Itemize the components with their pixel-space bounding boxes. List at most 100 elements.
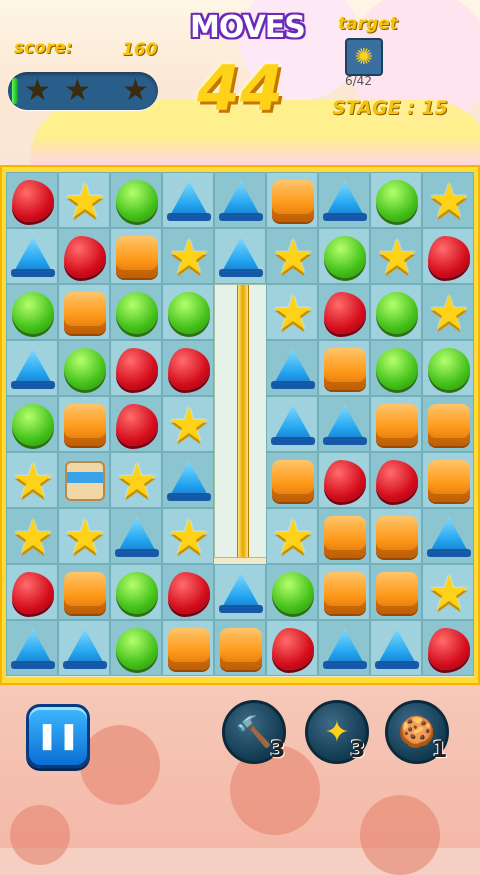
score-label: score:: [14, 38, 73, 58]
board-cell[interactable]: [370, 172, 422, 228]
blue-candy-base: [271, 381, 315, 389]
board-cell[interactable]: [370, 452, 422, 508]
blue-candy-base: [11, 661, 55, 669]
board-cell[interactable]: ★: [162, 228, 214, 284]
orange-candy-icon: [116, 236, 158, 278]
green-candy-icon: [168, 292, 210, 334]
board-cell[interactable]: ★: [422, 564, 474, 620]
board-cell[interactable]: [318, 564, 370, 620]
board-cell[interactable]: [370, 340, 422, 396]
board-cell[interactable]: [58, 284, 110, 340]
board-cell[interactable]: [318, 340, 370, 396]
board-cell[interactable]: [110, 172, 162, 228]
board-cell[interactable]: [58, 564, 110, 620]
board-cell[interactable]: [110, 508, 162, 564]
board-cell[interactable]: [6, 396, 58, 452]
board-cell[interactable]: [318, 508, 370, 564]
star-candy-icon: ★: [271, 509, 315, 565]
board-cell[interactable]: [266, 564, 318, 620]
board-cell[interactable]: ★: [266, 284, 318, 340]
board-cell[interactable]: [214, 172, 266, 228]
board-cell[interactable]: [318, 172, 370, 228]
blue-candy-base: [219, 213, 263, 221]
board-cell[interactable]: [162, 172, 214, 228]
board-cell[interactable]: [6, 620, 58, 676]
board-cell[interactable]: [422, 620, 474, 676]
board-cell[interactable]: ★: [422, 172, 474, 228]
board-cell[interactable]: [318, 284, 370, 340]
board-cell[interactable]: [58, 340, 110, 396]
board-cell[interactable]: [162, 452, 214, 508]
board-cell[interactable]: [370, 284, 422, 340]
board-cell[interactable]: [318, 620, 370, 676]
star-progress-fill: [12, 78, 18, 104]
board-cell[interactable]: ★: [266, 508, 318, 564]
board-cell[interactable]: [318, 452, 370, 508]
board-cell[interactable]: [110, 284, 162, 340]
board-cell[interactable]: [370, 396, 422, 452]
board-cell[interactable]: [110, 340, 162, 396]
board-cell[interactable]: [266, 396, 318, 452]
board-cell[interactable]: [6, 340, 58, 396]
board-cell[interactable]: [370, 564, 422, 620]
board-cell[interactable]: [370, 508, 422, 564]
board-cell[interactable]: [6, 228, 58, 284]
board-cell[interactable]: [58, 228, 110, 284]
board-cell[interactable]: [162, 284, 214, 340]
board-cell[interactable]: [214, 228, 266, 284]
green-candy-icon: [64, 348, 106, 390]
board-cell[interactable]: [58, 396, 110, 452]
board-cell[interactable]: [370, 620, 422, 676]
cookie-icon: 🍪: [398, 714, 436, 750]
board-cell[interactable]: [162, 340, 214, 396]
board-cell[interactable]: [110, 228, 162, 284]
board-cell[interactable]: [110, 564, 162, 620]
score-value: 160: [122, 40, 158, 60]
board-cell[interactable]: [266, 340, 318, 396]
board-cell[interactable]: ★: [6, 452, 58, 508]
board-cell[interactable]: [266, 620, 318, 676]
board-cell[interactable]: [58, 620, 110, 676]
red-candy-icon: [376, 460, 418, 502]
board-cell[interactable]: [422, 228, 474, 284]
orange-candy-icon: [324, 516, 366, 558]
pause-button[interactable]: ❚❚: [26, 704, 90, 768]
board-cell[interactable]: ★: [422, 284, 474, 340]
star-candy-icon: ★: [427, 173, 471, 229]
orange-candy-icon: [64, 292, 106, 334]
board-cell[interactable]: [266, 172, 318, 228]
star-progress-bar: ★ ★ ★: [8, 72, 158, 110]
board-cell[interactable]: ★: [266, 228, 318, 284]
board-cell[interactable]: [422, 340, 474, 396]
board-cell[interactable]: [422, 452, 474, 508]
board-cell[interactable]: [214, 564, 266, 620]
board-cell[interactable]: [162, 620, 214, 676]
board-cell[interactable]: [162, 564, 214, 620]
board-cell[interactable]: [318, 396, 370, 452]
board-cell[interactable]: [6, 284, 58, 340]
board-cell[interactable]: [110, 396, 162, 452]
board-cell[interactable]: [422, 396, 474, 452]
blue-candy-base: [323, 213, 367, 221]
board-cell[interactable]: [58, 452, 110, 508]
board-cell[interactable]: ★: [58, 508, 110, 564]
star-candy-icon: ★: [115, 453, 159, 509]
board-cell[interactable]: ★: [6, 508, 58, 564]
green-candy-icon: [428, 348, 470, 390]
board-cell[interactable]: [266, 452, 318, 508]
board-cell[interactable]: ★: [58, 172, 110, 228]
board-cell[interactable]: [422, 508, 474, 564]
blue-candy-base: [167, 493, 211, 501]
pause-icon: ❚❚: [36, 721, 80, 751]
board-cell[interactable]: [214, 620, 266, 676]
board-cell[interactable]: [110, 620, 162, 676]
board-cell[interactable]: ★: [162, 508, 214, 564]
board-cell[interactable]: ★: [110, 452, 162, 508]
board-cell[interactable]: [6, 172, 58, 228]
board-cell[interactable]: ★: [162, 396, 214, 452]
board-cell[interactable]: ★: [370, 228, 422, 284]
board-cell[interactable]: [318, 228, 370, 284]
stage-label: STAGE : 15: [332, 97, 448, 119]
orange-candy-icon: [376, 404, 418, 446]
board-cell[interactable]: [6, 564, 58, 620]
